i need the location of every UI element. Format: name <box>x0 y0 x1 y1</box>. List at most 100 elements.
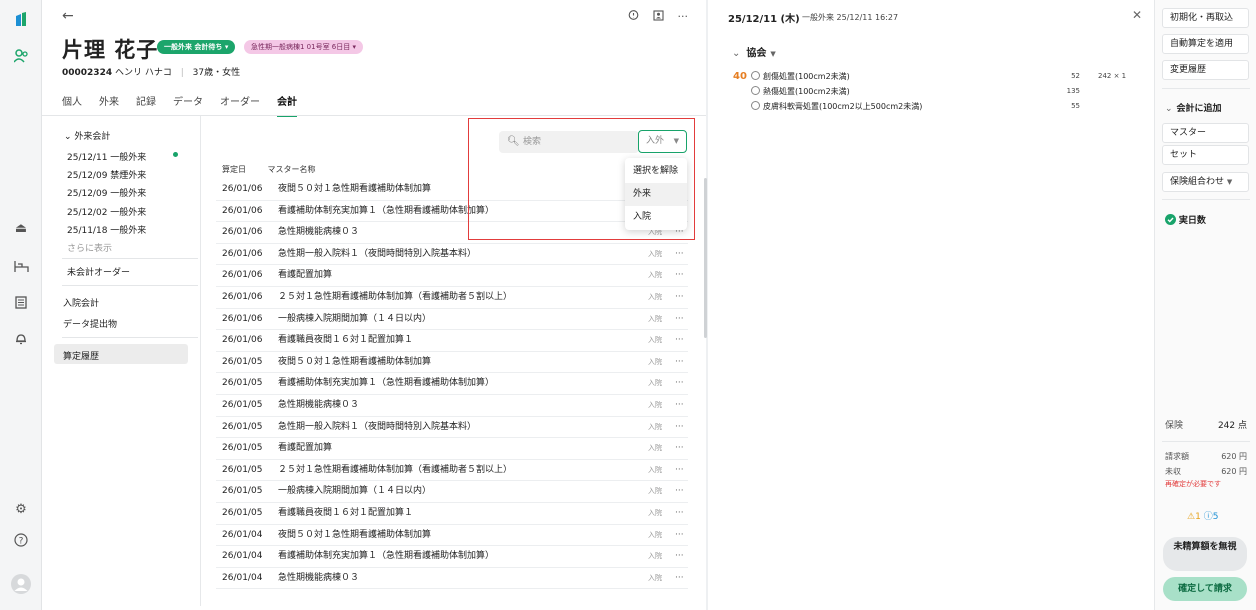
tab-accounting[interactable]: 会計 <box>277 93 297 117</box>
row-more-icon[interactable]: ··· <box>675 525 684 546</box>
table-row[interactable]: 26/01/06 看護職員夜間１６対１配置加算１ 入院 ··· <box>216 330 688 352</box>
row-more-icon[interactable]: ··· <box>675 503 684 524</box>
help-icon[interactable]: ? <box>11 530 31 550</box>
app-logo-icon[interactable] <box>11 10 31 30</box>
procedure-item[interactable]: 皮膚科軟膏処置(100cm2以上500cm2未満) <box>751 101 922 112</box>
row-more-icon[interactable]: ··· <box>675 417 684 438</box>
menu-clear-selection[interactable]: 選択を解除 <box>625 160 687 183</box>
table-row[interactable]: 26/01/04 夜間５０対１急性期看護補助体制加算 入院 ··· <box>216 525 688 547</box>
data-submission-link[interactable]: データ提出物 <box>63 317 117 330</box>
row-more-icon[interactable]: ··· <box>675 395 684 416</box>
table-row[interactable]: 26/01/06 看護補助体制充実加算１（急性期看護補助体制加算） <box>216 201 688 223</box>
table-row[interactable]: 26/01/04 看護補助体制充実加算１（急性期看護補助体制加算） 入院 ··· <box>216 546 688 568</box>
back-arrow-icon[interactable]: ← <box>62 8 74 24</box>
row-more-icon[interactable]: ··· <box>675 438 684 459</box>
bed-icon[interactable] <box>11 256 31 276</box>
apply-auto-calc-button[interactable]: 自動算定を適用 <box>1162 34 1249 54</box>
tab-personal[interactable]: 個人 <box>62 93 82 117</box>
row-date: 26/01/05 <box>222 356 263 367</box>
chat-icon[interactable] <box>628 10 639 24</box>
table-row[interactable]: 26/01/05 一般病棟入院期間加算（１４日以内） 入院 ··· <box>216 481 688 503</box>
row-more-icon[interactable]: ··· <box>675 244 684 265</box>
row-more-icon[interactable]: ··· <box>675 265 684 286</box>
visit-item[interactable]: 25/12/09 一般外来 <box>67 186 146 199</box>
row-more-icon[interactable]: ··· <box>675 352 684 373</box>
row-master-name: 急性期機能病棟０３ <box>278 400 360 410</box>
change-history-button[interactable]: 変更履歴 <box>1162 60 1249 80</box>
table-scrollbar[interactable] <box>704 178 707 338</box>
chevron-down-icon: ⌄ <box>732 48 741 59</box>
status-badge[interactable]: 一般外来 会計待ち ▾ <box>157 40 236 54</box>
row-more-icon[interactable]: ··· <box>675 481 684 502</box>
row-more-icon[interactable]: ··· <box>675 287 684 308</box>
add-set-button[interactable]: セット <box>1162 145 1249 165</box>
row-more-icon[interactable]: ··· <box>675 568 684 589</box>
visit-item[interactable]: 25/11/18 一般外来 <box>67 223 146 236</box>
visit-item[interactable]: 25/12/09 禁煙外来 <box>67 168 146 181</box>
row-more-icon[interactable]: ··· <box>675 330 684 351</box>
patient-kana: ヘンリ ハナコ <box>114 68 172 78</box>
document-icon[interactable] <box>11 292 31 312</box>
add-master-button[interactable]: マスター <box>1162 123 1249 143</box>
inout-filter-select[interactable]: 入外 ▼ <box>638 130 687 153</box>
info-icon: ⓘ <box>1203 512 1213 522</box>
ignore-unpaid-button[interactable]: 未精算額を無視 <box>1163 537 1247 571</box>
row-more-icon[interactable]: ··· <box>675 373 684 394</box>
eject-icon[interactable]: ⏏ <box>11 218 31 238</box>
table-row[interactable]: 26/01/06 看護配置加算 入院 ··· <box>216 265 688 287</box>
tab-orders[interactable]: オーダー <box>220 93 260 117</box>
table-row[interactable]: 26/01/06 ２５対１急性期看護補助体制加算（看護補助者５割以上） 入院 ··· <box>216 287 688 309</box>
visit-item[interactable]: 25/12/11 一般外来 <box>67 150 146 163</box>
search-input[interactable]: 🔍︎ 検索 <box>499 131 639 153</box>
patients-icon[interactable] <box>11 46 31 66</box>
menu-outpatient[interactable]: 外来 <box>625 183 687 206</box>
table-row[interactable]: 26/01/06 夜間５０対１急性期看護補助体制加算 <box>216 179 688 201</box>
table-row[interactable]: 26/01/05 看護配置加算 入院 ··· <box>216 438 688 460</box>
bell-icon[interactable] <box>11 328 31 348</box>
table-row[interactable]: 26/01/05 急性期機能病棟０３ 入院 ··· <box>216 395 688 417</box>
insurance-group-toggle[interactable]: ⌄ 協会 ▼ <box>732 44 776 59</box>
row-date: 26/01/04 <box>222 529 263 540</box>
table-row[interactable]: 26/01/05 急性期一般入院料１（夜間時間特別入院基本料） 入院 ··· <box>216 417 688 439</box>
svg-text:?: ? <box>19 537 24 547</box>
inpatient-accounting-link[interactable]: 入院会計 <box>63 296 99 309</box>
outpatient-group-toggle[interactable]: ⌄ 外来会計 <box>64 129 110 142</box>
table-row[interactable]: 26/01/05 夜間５０対１急性期看護補助体制加算 入院 ··· <box>216 352 688 374</box>
close-icon[interactable]: ✕ <box>1132 8 1142 22</box>
id-card-icon[interactable] <box>652 10 664 24</box>
insurance-combo-select[interactable]: 保険組合わせ ▼ <box>1162 172 1249 192</box>
table-row[interactable]: 26/01/06 急性期機能病棟０３ 入院 ··· <box>216 222 688 244</box>
table-row[interactable]: 26/01/06 急性期一般入院料１（夜間時間特別入院基本料） 入院 ··· <box>216 244 688 266</box>
billing-history-link[interactable]: 算定履歴 <box>63 349 99 362</box>
table-row[interactable]: 26/01/05 ２５対１急性期看護補助体制加算（看護補助者５割以上） 入院 ··· <box>216 460 688 482</box>
row-date: 26/01/05 <box>222 400 263 410</box>
tab-data[interactable]: データ <box>173 93 203 117</box>
row-more-icon[interactable]: ··· <box>675 460 684 481</box>
add-to-accounting-toggle[interactable]: ⌄ 会計に追加 <box>1165 101 1222 114</box>
tab-outpatient[interactable]: 外来 <box>99 93 119 117</box>
table-row[interactable]: 26/01/04 急性期機能病棟０３ 入院 ··· <box>216 568 688 590</box>
row-type: 入院 <box>648 314 662 323</box>
row-master-name: 一般病棟入院期間加算（１４日以内） <box>278 313 432 324</box>
reset-reimport-button[interactable]: 初期化・再取込 <box>1162 8 1249 28</box>
tab-records[interactable]: 記録 <box>136 93 156 117</box>
unbilled-orders-link[interactable]: 未会計オーダー <box>67 265 130 278</box>
more-menu-icon[interactable]: ··· <box>678 10 689 24</box>
table-row[interactable]: 26/01/05 看護職員夜間１６対１配置加算１ 入院 ··· <box>216 503 688 525</box>
procedure-item[interactable]: 熱傷処置(100cm2未満) <box>751 86 850 97</box>
show-more-link[interactable]: さらに表示 <box>67 241 112 254</box>
row-more-icon[interactable]: ··· <box>675 546 684 567</box>
confirm-bill-button[interactable]: 確定して請求 <box>1163 577 1247 601</box>
procedure-calc: 242 × 1 <box>1098 72 1127 80</box>
alerts-summary[interactable]: ⚠1 ⓘ5 <box>1187 509 1218 522</box>
settings-gear-icon[interactable]: ⚙ <box>11 499 31 519</box>
radio-icon <box>751 86 760 95</box>
visit-item[interactable]: 25/12/02 一般外来 <box>67 205 146 218</box>
table-row[interactable]: 26/01/05 看護補助体制充実加算１（急性期看護補助体制加算） 入院 ··· <box>216 373 688 395</box>
table-row[interactable]: 26/01/06 一般病棟入院期間加算（１４日以内） 入院 ··· <box>216 309 688 331</box>
row-more-icon[interactable]: ··· <box>675 309 684 330</box>
ward-badge[interactable]: 急性期一般病棟1 01号室 6日目 ▾ <box>244 40 364 54</box>
menu-inpatient[interactable]: 入院 <box>625 206 687 229</box>
procedure-item[interactable]: 創傷処置(100cm2未満) <box>751 71 850 82</box>
user-avatar-icon[interactable] <box>11 574 31 594</box>
